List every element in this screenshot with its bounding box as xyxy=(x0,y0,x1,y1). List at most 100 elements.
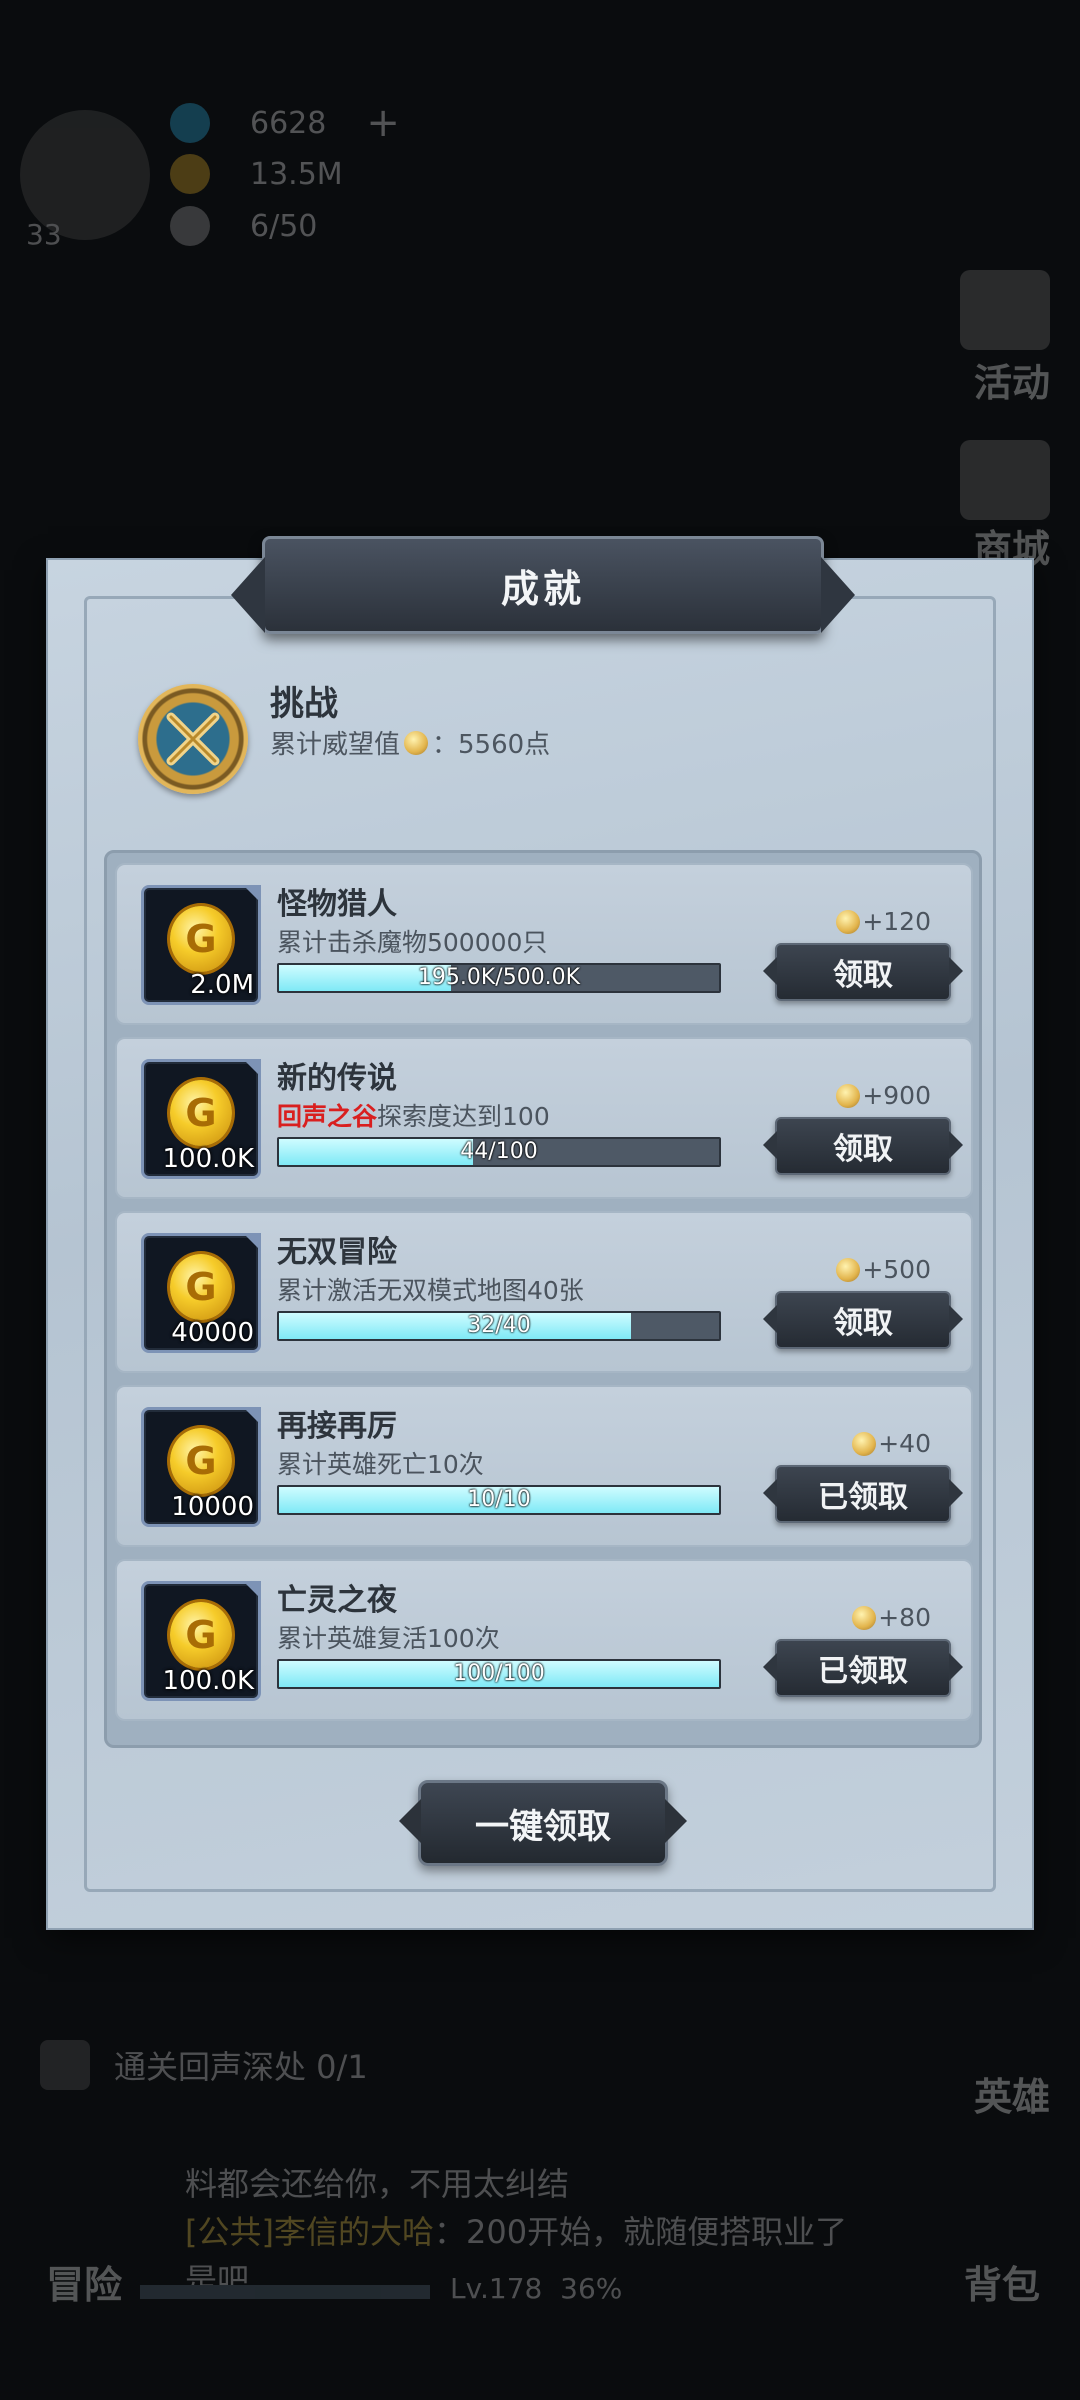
gold-counter: 13.5M xyxy=(170,154,343,194)
activity-icon xyxy=(960,270,1050,350)
quest-icon xyxy=(40,2040,90,2090)
progress-text: 32/40 xyxy=(467,1313,531,1338)
progress-bar: 44/100 xyxy=(277,1137,721,1167)
desc-text: 累计击杀魔物500000只 xyxy=(277,928,548,957)
player-level-badge: 33 xyxy=(26,218,62,251)
reputation-medal-icon xyxy=(836,1257,861,1282)
reputation-label: 累计威望值 xyxy=(270,730,401,760)
add-diamond-icon: + xyxy=(366,100,400,146)
activity-label: 活动 xyxy=(973,361,1050,405)
hero-label: 英雄 xyxy=(973,2075,1050,2119)
chat-line: 料都会还给你，不用太纠结 xyxy=(185,2165,570,2203)
reward-amount: 100.0K xyxy=(162,1144,254,1174)
reward-item-slot[interactable]: G 2.0M xyxy=(141,885,261,1005)
quest-text: 通关回声深处 0/1 xyxy=(114,2048,368,2086)
reputation-medal-icon xyxy=(404,730,429,755)
reputation-reward: +120 xyxy=(836,907,931,936)
claimed-button[interactable]: 已领取 xyxy=(763,1465,963,1523)
crossed-swords-icon xyxy=(138,684,248,794)
achievement-row: G 10000 再接再厉 累计英雄死亡10次 10/10 +40 已领取 xyxy=(115,1385,973,1547)
reward-item-slot[interactable]: G 40000 xyxy=(141,1233,261,1353)
achievement-row: G 40000 无双冒险 累计激活无双模式地图40张 32/40 +500 领取 xyxy=(115,1211,973,1373)
claim-button[interactable]: 领取 xyxy=(763,943,963,1001)
reward-item-slot[interactable]: G 100.0K xyxy=(141,1059,261,1179)
diamond-value: 6628 xyxy=(250,105,327,141)
quest-tracker: 通关回声深处 0/1 xyxy=(40,2040,368,2090)
gold-coin-icon: G xyxy=(170,1254,232,1320)
player-progress-text: 36% xyxy=(560,2272,623,2305)
chat-line: [公共]李信的大哈：200开始，就随便搭职业了 xyxy=(185,2208,905,2256)
claim-all-button[interactable]: 一键领取 xyxy=(399,1780,687,1866)
achievement-desc: 累计英雄死亡10次 xyxy=(277,1445,484,1481)
chat-message: ：200开始，就随便搭职业了 xyxy=(433,2213,848,2251)
gold-coin-icon: G xyxy=(170,1602,232,1668)
diamond-counter: 6628 + xyxy=(170,100,400,146)
achievement-desc: 累计激活无双模式地图40张 xyxy=(277,1271,584,1307)
shop-icon xyxy=(960,440,1050,520)
gold-value: 13.5M xyxy=(250,156,343,192)
panel-title: 成就 xyxy=(500,566,585,611)
progress-text: 195.0K/500.0K xyxy=(417,965,581,990)
achievement-list[interactable]: G 2.0M 怪物猎人 累计击杀魔物500000只 195.0K/500.0K … xyxy=(104,850,982,1748)
achievement-title: 亡灵之夜 xyxy=(277,1583,397,1618)
claimed-button[interactable]: 已领取 xyxy=(763,1639,963,1697)
achievement-row: G 100.0K 亡灵之夜 累计英雄复活100次 100/100 +80 已领取 xyxy=(115,1559,973,1721)
desc-text: 探索度达到100 xyxy=(377,1102,550,1131)
adventure-label: 冒险 xyxy=(46,2263,123,2307)
reputation-medal-icon xyxy=(852,1605,877,1630)
achievement-row: G 2.0M 怪物猎人 累计击杀魔物500000只 195.0K/500.0K … xyxy=(115,863,973,1025)
gold-coin-icon: G xyxy=(170,906,232,972)
diamond-icon xyxy=(170,103,210,143)
claim-button[interactable]: 领取 xyxy=(763,1291,963,1349)
chat-sender: [公共]李信的大哈 xyxy=(185,2213,434,2251)
desc-text: 累计激活无双模式地图40张 xyxy=(277,1276,584,1305)
reputation-reward: +500 xyxy=(836,1255,931,1284)
reputation-medal-icon xyxy=(836,909,861,934)
reputation-total: 累计威望值 ：5560点 xyxy=(270,724,550,761)
stamina-counter: 6/50 xyxy=(170,206,317,246)
desc-text: 累计英雄死亡10次 xyxy=(277,1450,484,1479)
reward-item-slot[interactable]: G 100.0K xyxy=(141,1581,261,1701)
reputation-reward: +40 xyxy=(852,1429,931,1458)
panel-title-ribbon: 成就 xyxy=(231,536,855,634)
xp-text: Lv.178 36% xyxy=(450,2272,622,2305)
reputation-value: ：5560点 xyxy=(432,730,551,760)
progress-text: 100/100 xyxy=(453,1661,545,1686)
reputation-reward-value: +900 xyxy=(862,1081,931,1110)
reward-amount: 10000 xyxy=(171,1492,254,1522)
progress-bar: 10/10 xyxy=(277,1485,721,1515)
category-title: 挑战 xyxy=(270,684,338,724)
bag-label: 背包 xyxy=(963,2263,1040,2307)
achievement-title: 怪物猎人 xyxy=(277,887,397,922)
reward-item-slot[interactable]: G 10000 xyxy=(141,1407,261,1527)
gold-coin-icon: G xyxy=(170,1080,232,1146)
progress-text: 10/10 xyxy=(467,1487,531,1512)
desc-text: 累计英雄复活100次 xyxy=(277,1624,500,1653)
gold-icon xyxy=(170,154,210,194)
reward-amount: 40000 xyxy=(171,1318,254,1348)
achievement-title: 新的传说 xyxy=(277,1061,397,1096)
progress-bar: 195.0K/500.0K xyxy=(277,963,721,993)
achievement-row: G 100.0K 新的传说 回声之谷探索度达到100 44/100 +900 领… xyxy=(115,1037,973,1199)
reputation-reward-value: +500 xyxy=(862,1255,931,1284)
reputation-reward: +80 xyxy=(852,1603,931,1632)
reputation-reward: +900 xyxy=(836,1081,931,1110)
reputation-medal-icon xyxy=(852,1431,877,1456)
reward-amount: 2.0M xyxy=(190,970,254,1000)
desc-highlight: 回声之谷 xyxy=(277,1102,378,1131)
gold-coin-icon: G xyxy=(170,1428,232,1494)
progress-bar: 100/100 xyxy=(277,1659,721,1689)
xp-bar xyxy=(140,2285,430,2299)
reputation-reward-value: +120 xyxy=(862,907,931,936)
reputation-reward-value: +80 xyxy=(878,1603,931,1632)
achievement-desc: 累计英雄复活100次 xyxy=(277,1619,500,1655)
progress-bar: 32/40 xyxy=(277,1311,721,1341)
stamina-value: 6/50 xyxy=(250,208,318,244)
achievement-desc: 回声之谷探索度达到100 xyxy=(277,1097,550,1133)
reward-amount: 100.0K xyxy=(162,1666,254,1696)
achievement-title: 再接再厉 xyxy=(277,1409,397,1444)
stamina-icon xyxy=(170,206,210,246)
reputation-reward-value: +40 xyxy=(878,1429,931,1458)
achievement-title: 无双冒险 xyxy=(277,1235,397,1270)
claim-button[interactable]: 领取 xyxy=(763,1117,963,1175)
